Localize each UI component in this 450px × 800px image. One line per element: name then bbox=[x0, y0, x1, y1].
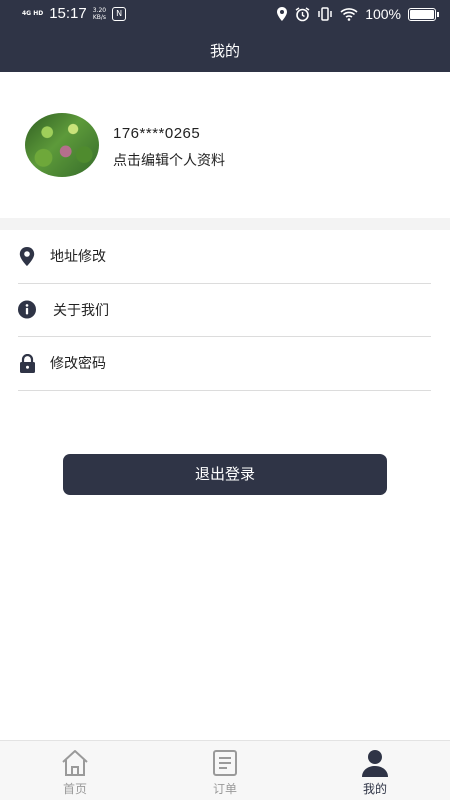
app-notification-icon: N bbox=[112, 6, 127, 21]
bottom-tab-bar: 首页 订单 我的 bbox=[0, 740, 450, 800]
tab-label: 首页 bbox=[62, 782, 87, 796]
battery-percent: 100% bbox=[365, 6, 401, 22]
menu-item-label: 修改密码 bbox=[50, 356, 106, 373]
menu-item-address[interactable]: 地址修改 bbox=[18, 230, 431, 284]
profile-card[interactable]: 176****0265 点击编辑个人资料 bbox=[0, 72, 450, 218]
menu-item-password[interactable]: 修改密码 bbox=[18, 337, 431, 391]
nav-bar: 我的 bbox=[0, 30, 450, 72]
network-speed: 3.20 KB/s bbox=[92, 6, 107, 21]
order-list-icon bbox=[209, 748, 241, 778]
logout-button[interactable]: 退出登录 bbox=[63, 454, 387, 495]
tab-mine[interactable]: 我的 bbox=[300, 741, 450, 800]
location-status-icon bbox=[277, 7, 288, 21]
network-indicator: 4G HD bbox=[22, 10, 44, 17]
user-icon bbox=[359, 748, 391, 778]
tab-home[interactable]: 首页 bbox=[0, 741, 150, 800]
info-icon bbox=[18, 300, 36, 319]
wifi-icon bbox=[340, 8, 358, 21]
battery-icon bbox=[408, 7, 439, 21]
page-title: 我的 bbox=[209, 42, 240, 60]
vibrate-icon bbox=[318, 7, 332, 21]
status-time: 15:17 bbox=[49, 5, 87, 22]
home-icon bbox=[59, 748, 91, 778]
menu-item-label: 地址修改 bbox=[50, 249, 106, 266]
alarm-icon bbox=[295, 6, 310, 21]
section-divider bbox=[0, 218, 450, 230]
status-bar: 4G HD 15:17 3.20 KB/s N 100% bbox=[0, 0, 450, 30]
avatar[interactable] bbox=[25, 113, 99, 177]
location-pin-icon bbox=[18, 246, 36, 266]
tab-label: 我的 bbox=[362, 782, 387, 796]
tab-orders[interactable]: 订单 bbox=[150, 741, 300, 800]
menu-item-about[interactable]: 关于我们 bbox=[18, 284, 431, 337]
menu-item-label: 关于我们 bbox=[53, 302, 109, 319]
tab-label: 订单 bbox=[212, 782, 237, 796]
settings-menu: 地址修改 关于我们 修改密码 bbox=[18, 230, 431, 391]
edit-profile-link[interactable]: 点击编辑个人资料 bbox=[113, 150, 225, 170]
profile-phone: 176****0265 bbox=[113, 125, 201, 142]
lock-icon bbox=[18, 353, 36, 373]
